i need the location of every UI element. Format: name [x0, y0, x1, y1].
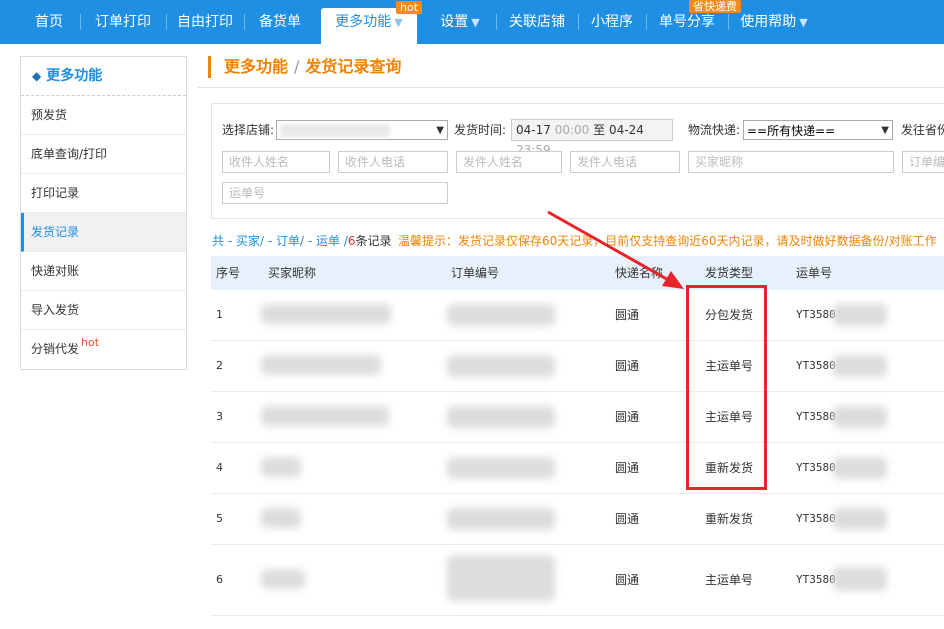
- annotation-arrow-line: [547, 210, 673, 284]
- annotation-arrow-head: [662, 271, 684, 289]
- annotation-arrow: [547, 210, 684, 289]
